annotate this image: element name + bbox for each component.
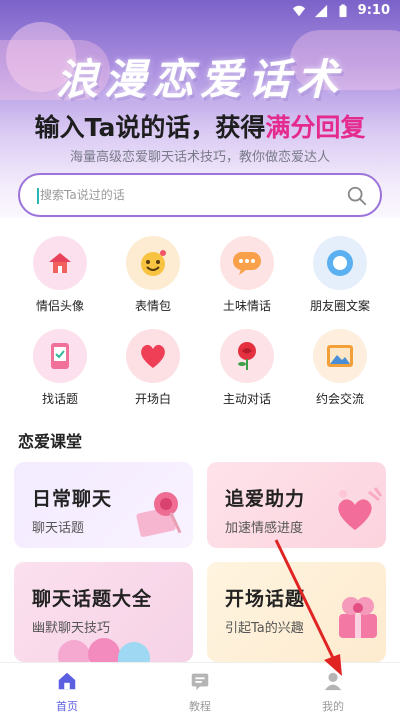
category-label: 朋友圈文案 [309,299,370,313]
category-label: 找话题 [41,392,78,406]
category-label: 主动对话 [222,392,271,406]
headline-highlight: 满分回复 [265,113,366,142]
rose-icon [220,329,274,383]
search-bar[interactable] [18,173,382,217]
category-start-conversation[interactable]: 主动对话 [202,329,292,407]
card-title: 开场话题 [225,588,306,610]
tutorial-icon [191,673,209,691]
category-find-topics[interactable]: 找话题 [15,329,105,407]
banner-title: 浪漫恋爱话术 [55,55,344,104]
category-cheesy-lines[interactable]: 土味情话 [202,236,292,314]
tab-label: 我的 [322,700,344,712]
tab-home[interactable]: 首页 [27,663,107,712]
heart-gift-icon [338,487,383,530]
card-title: 追爱助力 [225,488,306,510]
bottom-tab-bar: 首页 教程 我的 [0,662,400,712]
battery-icon [339,3,347,17]
envelope-rose-icon [136,492,182,537]
category-label: 土味情话 [222,299,271,313]
category-dating-talk[interactable]: 约会交流 [295,329,385,407]
card-subtitle: 加速情感进度 [225,521,304,536]
card-title: 聊天话题大全 [32,588,153,610]
home-icon [58,672,76,690]
category-label: 约会交流 [315,392,364,406]
gift-box-icon [339,597,377,638]
category-stickers[interactable]: 表情包 [108,236,198,314]
card-topic-collection[interactable]: 聊天话题大全 幽默聊天技巧 [14,562,193,662]
category-couple-avatar[interactable]: 情侣头像 [15,236,105,314]
tab-label: 教程 [189,700,211,712]
picture-icon [313,329,367,383]
search-input[interactable] [40,183,340,207]
balloons-icon [58,638,150,662]
tab-tutorial[interactable]: 教程 [160,663,240,712]
card-subtitle: 聊天话题 [32,521,85,536]
category-label: 情侣头像 [35,299,84,313]
wifi-icon [292,5,305,16]
status-bar: 9:10 [0,0,400,24]
category-label: 表情包 [134,299,171,313]
phone-icon [33,329,87,383]
emoji-icon [126,236,180,290]
headline: 输入Ta说的话，获得满分回复 [0,108,400,144]
text-cursor [37,188,39,204]
house-icon [33,236,87,290]
chat-bubble-icon [220,236,274,290]
search-icon[interactable] [346,185,368,207]
signal-icon [314,4,327,17]
subline: 海量高级恋爱聊天话术技巧，教你做恋爱达人 [69,150,330,165]
category-openers[interactable]: 开场白 [108,329,198,407]
heart-icon [126,329,180,383]
ring-icon [313,236,367,290]
card-daily-chat[interactable]: 日常聊天 聊天话题 [14,462,193,548]
card-title: 日常聊天 [32,488,113,510]
profile-icon [324,672,342,691]
tab-profile[interactable]: 我的 [293,663,373,712]
card-pursuit-boost[interactable]: 追爱助力 加速情感进度 [207,462,386,548]
headline-prefix: 输入Ta说的话，获得 [34,113,266,142]
category-moments-copy[interactable]: 朋友圈文案 [295,236,385,314]
card-subtitle: 引起Ta的兴趣 [225,621,304,636]
category-label: 开场白 [134,392,171,406]
tab-label: 首页 [56,700,78,712]
card-opening-topics[interactable]: 开场话题 引起Ta的兴趣 [207,562,386,662]
status-time: 9:10 [357,3,390,18]
section-title: 恋爱课堂 [18,432,83,451]
